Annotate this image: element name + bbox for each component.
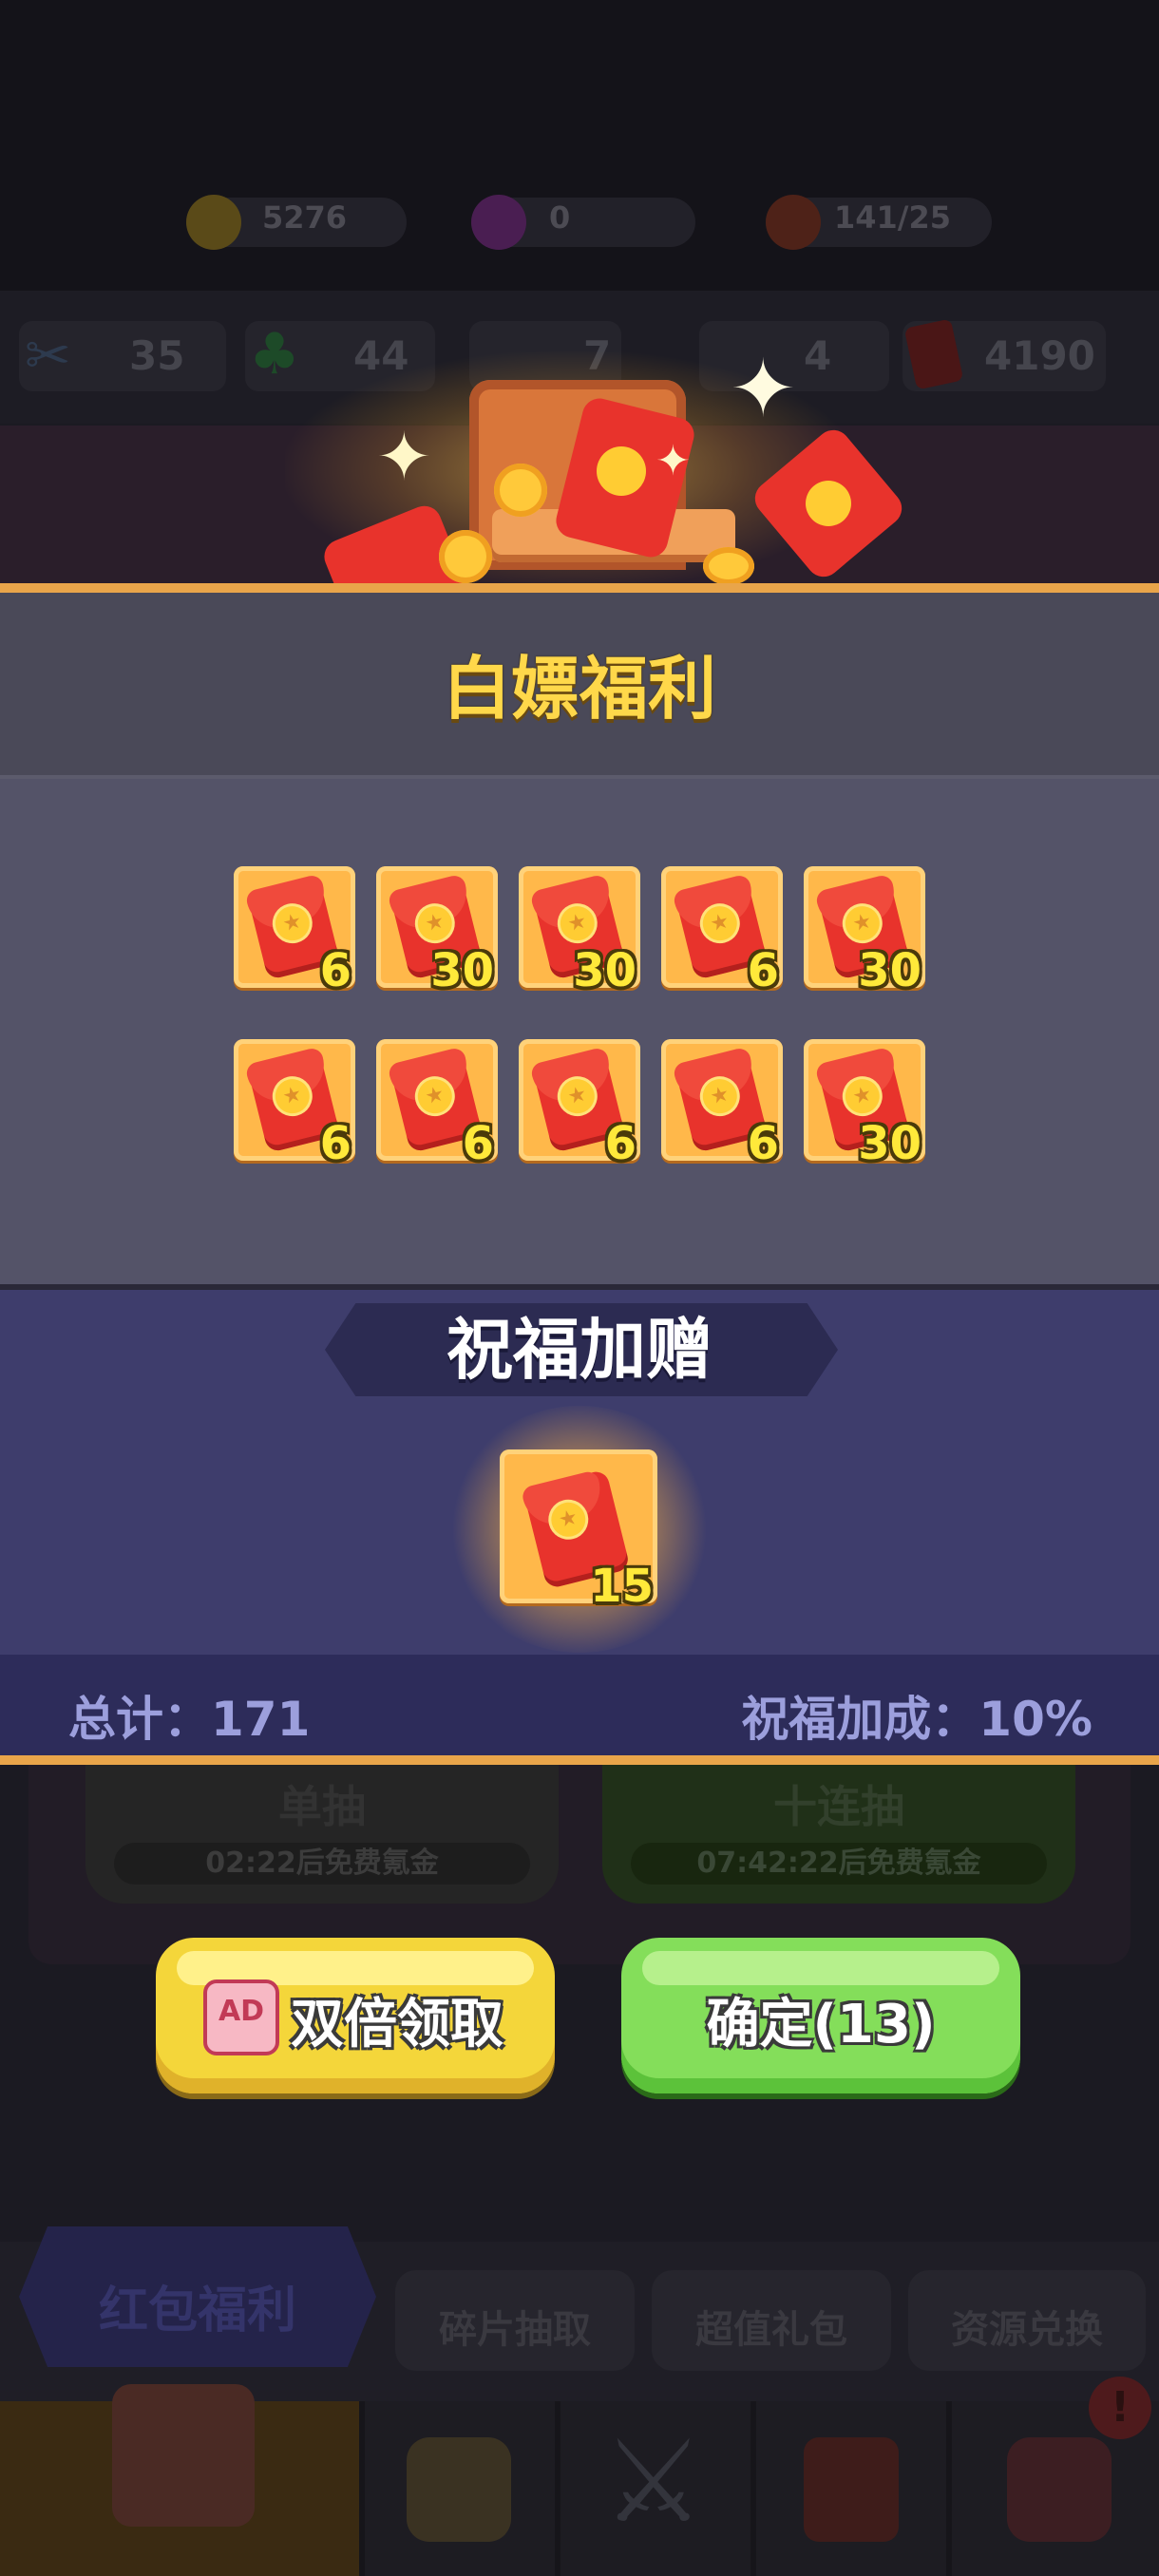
- double-claim-button[interactable]: AD 双倍领取: [156, 1938, 555, 2093]
- reward-card[interactable]: 30: [376, 866, 498, 997]
- scissors-value: 35: [129, 332, 185, 379]
- tab-fragment-draw-label: 碎片抽取: [439, 2308, 591, 2352]
- tab-resource-exchange-label: 资源兑换: [951, 2308, 1103, 2352]
- coin-decor-3: [703, 547, 754, 585]
- single-draw-button[interactable]: 单抽 02:22后免费氪金: [86, 1765, 559, 1904]
- button-highlight: [642, 1951, 999, 1985]
- coin-value: 5276: [262, 199, 348, 236]
- gem-value: 0: [549, 199, 571, 236]
- reward-amount: 30: [573, 944, 636, 997]
- double-claim-label: 双倍领取: [291, 1994, 504, 2055]
- sparkle-icon: ✦: [656, 437, 691, 485]
- coin-icon: [186, 195, 241, 250]
- hero-icon: [1007, 2437, 1112, 2542]
- reward-amount: 6: [319, 1117, 352, 1170]
- battle-icon: ⚔: [602, 2416, 705, 2548]
- confirm-button[interactable]: 确定(13): [621, 1938, 1020, 2093]
- bless-reward-card[interactable]: 15: [500, 1449, 657, 1613]
- sparkle-icon: ✦: [376, 418, 432, 496]
- ten-draw-timer: 07:42:22后免费氪金: [631, 1843, 1047, 1885]
- reward-card[interactable]: 6: [376, 1039, 498, 1170]
- reward-amount: 30: [858, 944, 922, 997]
- scissors-icon: ✂: [25, 323, 71, 388]
- tab-value-pack-label: 超值礼包: [695, 2308, 847, 2352]
- ad-icon: AD: [203, 1979, 279, 2055]
- reward-card[interactable]: 6: [234, 866, 355, 997]
- ten-draw-button[interactable]: 十连抽 07:42:22后免费氪金: [602, 1765, 1075, 1904]
- ad-badge: AD: [218, 1995, 265, 2028]
- envelope-decor-2-seal: [806, 481, 851, 526]
- sparkle-icon: ✦: [730, 342, 797, 435]
- coin-decor-2: [439, 530, 492, 583]
- meat-icon: [766, 195, 821, 250]
- total-label: 总计：171: [68, 1692, 311, 1747]
- tab-red-envelope-label: 红包福利: [98, 2282, 296, 2339]
- single-draw-timer: 02:22后免费氪金: [114, 1843, 530, 1885]
- top-background: [0, 0, 1159, 294]
- popup-title: 白嫖福利: [442, 649, 716, 729]
- reward-card[interactable]: 6: [661, 866, 783, 997]
- reward-grid: [0, 779, 1159, 1284]
- backpack-icon: [407, 2437, 511, 2542]
- ten-draw-title: 十连抽: [773, 1781, 904, 1832]
- popup-top-border: [0, 583, 1159, 593]
- coin-decor-1: [494, 464, 547, 517]
- popup-bottom-border: [0, 1755, 1159, 1765]
- reward-card[interactable]: 30: [519, 866, 640, 997]
- envelope-value: 4190: [984, 332, 1095, 379]
- bless-reward-amount: 15: [590, 1560, 654, 1613]
- reward-card[interactable]: 6: [234, 1039, 355, 1170]
- reward-amount: 6: [747, 1117, 779, 1170]
- shop-icon: [112, 2384, 255, 2527]
- reward-amount: 6: [319, 944, 352, 997]
- meat-value: 141/25: [834, 199, 952, 236]
- reward-amount: 6: [747, 944, 779, 997]
- reward-card[interactable]: 6: [661, 1039, 783, 1170]
- bless-title: 祝福加赠: [446, 1311, 712, 1389]
- reward-card[interactable]: 30: [804, 1039, 925, 1170]
- reward-amount: 6: [462, 1117, 494, 1170]
- confirm-label: 确定(13): [706, 1994, 936, 2055]
- single-draw-title: 单抽: [278, 1781, 366, 1832]
- reward-amount: 30: [430, 944, 494, 997]
- reward-card[interactable]: 6: [519, 1039, 640, 1170]
- gem-icon: [471, 195, 526, 250]
- alert-icon: !: [1089, 2377, 1151, 2439]
- reward-amount: 30: [858, 1117, 922, 1170]
- reward-card[interactable]: 30: [804, 866, 925, 997]
- bonus-label: 祝福加成：10%: [741, 1692, 1092, 1747]
- book-icon: [804, 2437, 899, 2542]
- envelope-decor-1-seal: [597, 446, 646, 496]
- reward-amount: 6: [604, 1117, 636, 1170]
